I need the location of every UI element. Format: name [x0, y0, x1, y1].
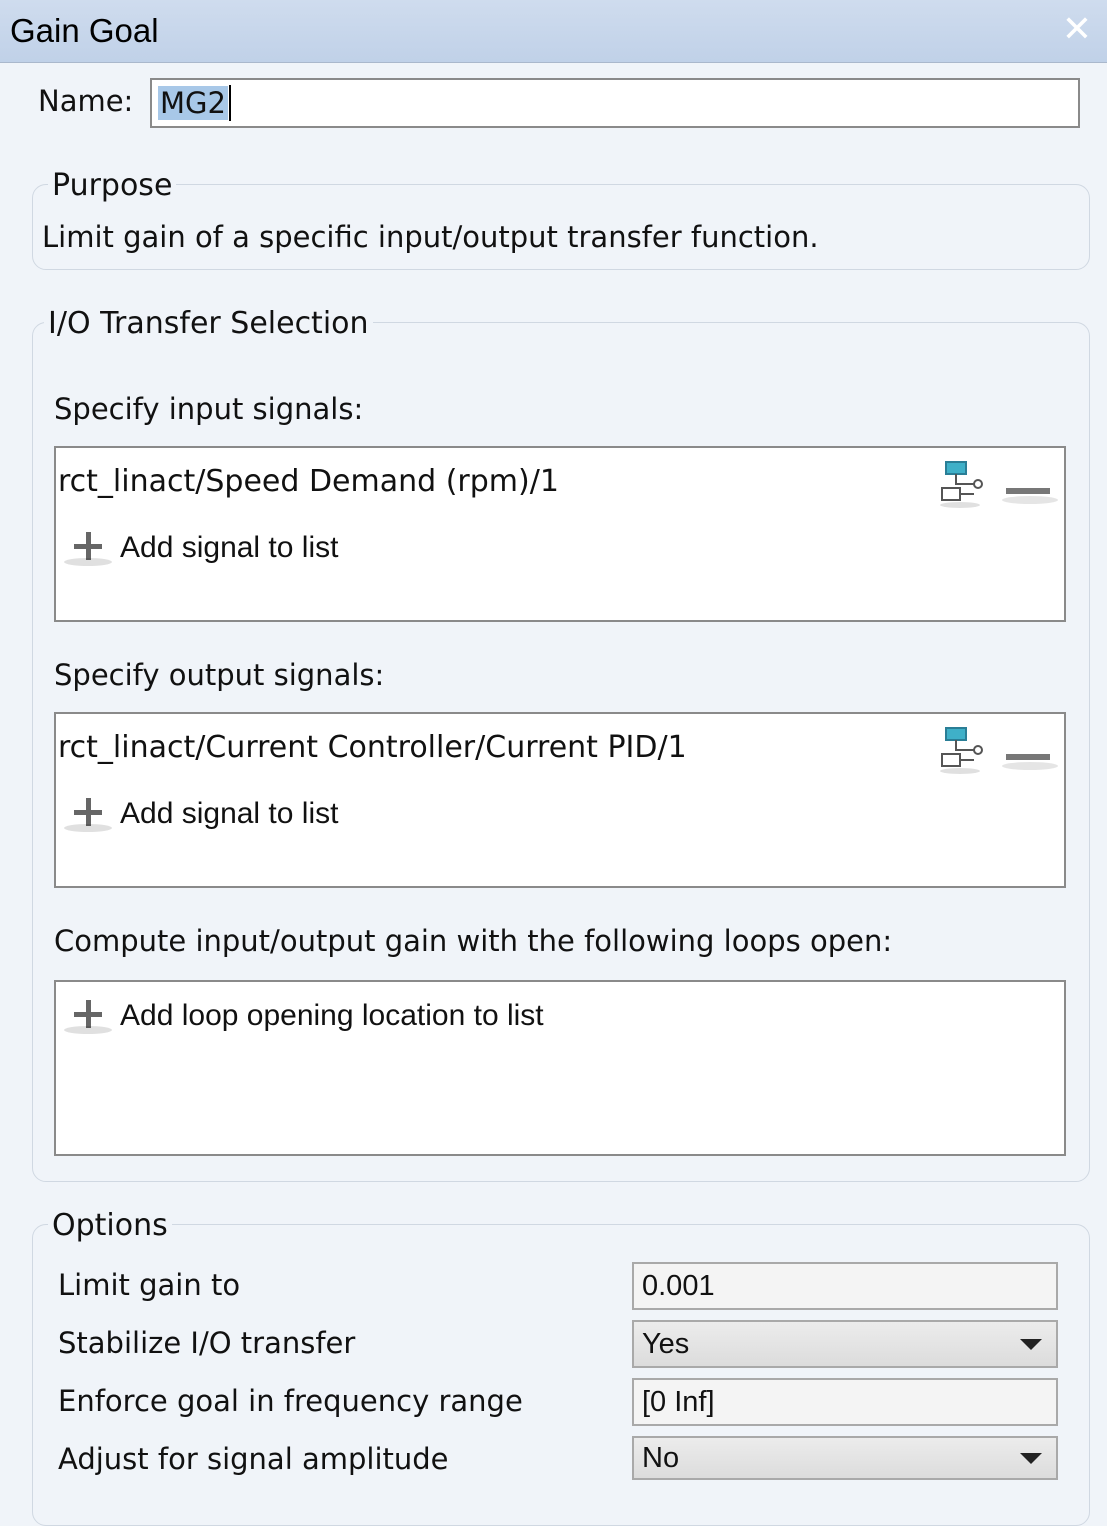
gain-goal-dialog: Gain Goal ✕ Name: MG2 Purpose Limit gain…: [0, 0, 1107, 1526]
stabilize-dropdown[interactable]: Yes: [632, 1320, 1058, 1368]
purpose-text: Limit gain of a specific input/output tr…: [42, 220, 819, 254]
add-signal-label: Add signal to list: [120, 797, 339, 830]
add-signal-label: Add signal to list: [120, 531, 339, 564]
text-caret: [228, 85, 231, 121]
output-signals-list: rct_linact/Current Controller/Current PI…: [54, 712, 1066, 888]
signal-select-icon[interactable]: [938, 724, 990, 776]
limit-gain-field[interactable]: 0.001: [632, 1262, 1058, 1310]
signal-amplitude-value: No: [642, 1441, 680, 1474]
add-output-signal-button[interactable]: Add signal to list: [64, 794, 338, 834]
output-signals-label: Specify output signals:: [54, 658, 385, 692]
stabilize-label: Stabilize I/O transfer: [58, 1326, 356, 1360]
options-legend: Options: [48, 1208, 172, 1243]
plus-icon: [64, 996, 112, 1036]
purpose-legend: Purpose: [48, 168, 177, 203]
remove-icon[interactable]: [1002, 746, 1058, 776]
frequency-range-field[interactable]: [0 Inf]: [632, 1378, 1058, 1426]
add-loop-opening-label: Add loop opening location to list: [120, 999, 544, 1032]
input-signals-list: rct_linact/Speed Demand (rpm)/1 Add sign…: [54, 446, 1066, 622]
loop-openings-list: Add loop opening location to list: [54, 980, 1066, 1156]
dropdown-arrow-icon: [1020, 1452, 1042, 1464]
close-icon[interactable]: ✕: [1057, 10, 1097, 50]
add-loop-opening-button[interactable]: Add loop opening location to list: [64, 996, 544, 1036]
signal-amplitude-dropdown[interactable]: No: [632, 1436, 1058, 1480]
limit-gain-value: 0.001: [642, 1269, 715, 1302]
dropdown-arrow-icon: [1020, 1338, 1042, 1350]
remove-icon[interactable]: [1002, 480, 1058, 510]
frequency-range-value: [0 Inf]: [642, 1385, 715, 1418]
name-input[interactable]: MG2: [150, 78, 1080, 128]
stabilize-value: Yes: [642, 1327, 690, 1360]
plus-icon: [64, 794, 112, 834]
signal-amplitude-label: Adjust for signal amplitude: [58, 1442, 449, 1476]
input-signals-label: Specify input signals:: [54, 392, 364, 426]
name-input-value: MG2: [158, 86, 228, 120]
name-label: Name:: [38, 84, 134, 118]
limit-gain-label: Limit gain to: [58, 1268, 241, 1302]
input-signal-item[interactable]: rct_linact/Speed Demand (rpm)/1: [58, 464, 559, 499]
window-title: Gain Goal: [10, 12, 159, 49]
io-transfer-legend: I/O Transfer Selection: [44, 306, 373, 341]
output-signal-item[interactable]: rct_linact/Current Controller/Current PI…: [58, 730, 687, 765]
add-input-signal-button[interactable]: Add signal to list: [64, 528, 338, 568]
signal-select-icon[interactable]: [938, 458, 990, 510]
loops-open-label: Compute input/output gain with the follo…: [54, 924, 893, 958]
title-bar[interactable]: Gain Goal ✕: [0, 0, 1107, 63]
frequency-range-label: Enforce goal in frequency range: [58, 1384, 523, 1418]
plus-icon: [64, 528, 112, 568]
